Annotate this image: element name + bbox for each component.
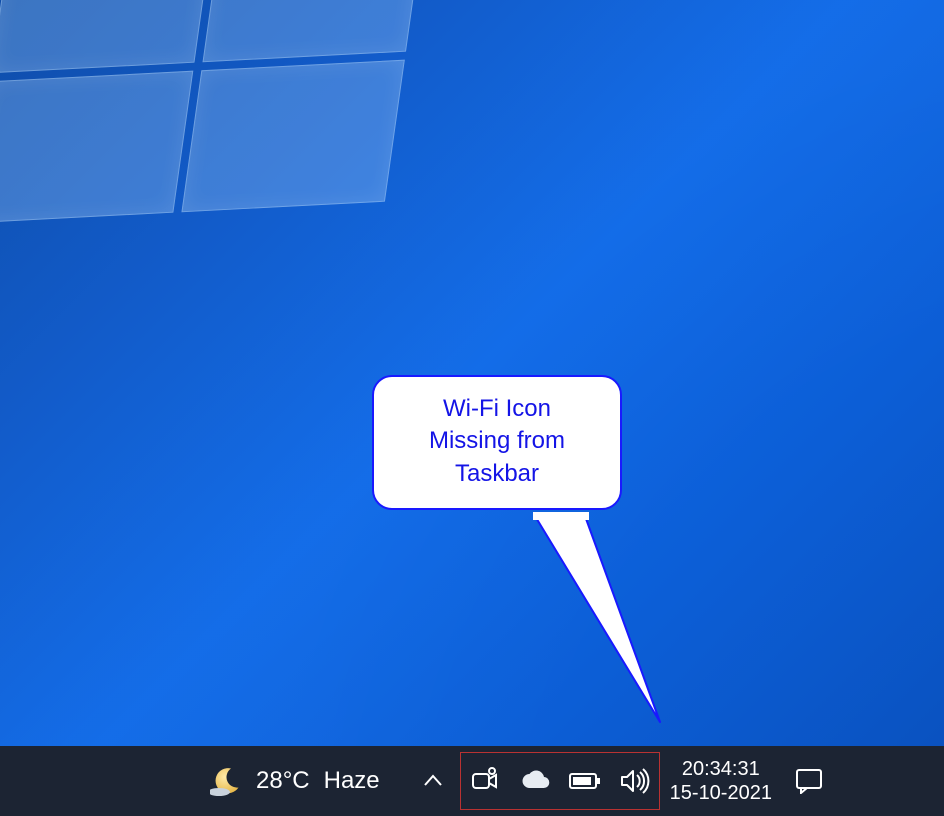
annotation-callout: Wi-Fi Icon Missing from Taskbar: [372, 375, 622, 510]
callout-line: Taskbar: [384, 458, 610, 490]
volume-icon[interactable]: [619, 765, 651, 797]
callout-line: Wi-Fi Icon: [384, 393, 610, 425]
taskbar: 28°C Haze: [0, 746, 944, 816]
desktop-wallpaper: Wi-Fi Icon Missing from Taskbar: [0, 0, 944, 746]
annotation-callout-tail: [535, 516, 665, 726]
cloud-icon[interactable]: [519, 765, 551, 797]
weather-condition: Haze: [324, 767, 380, 795]
windows-logo: [0, 0, 444, 251]
clock-date: 15-10-2021: [670, 781, 772, 805]
clock-widget[interactable]: 20:34:31 15-10-2021: [670, 757, 772, 805]
callout-line: Missing from: [384, 425, 610, 457]
clock-time: 20:34:31: [670, 757, 772, 781]
show-hidden-icons-button[interactable]: [412, 746, 454, 816]
action-center-button[interactable]: [790, 746, 828, 816]
weather-widget[interactable]: 28°C Haze: [204, 746, 386, 816]
moon-icon: [210, 765, 242, 797]
system-tray-highlight: [460, 752, 660, 810]
weather-temperature: 28°C: [256, 767, 310, 795]
meet-now-icon[interactable]: [469, 765, 501, 797]
battery-icon[interactable]: [569, 765, 601, 797]
